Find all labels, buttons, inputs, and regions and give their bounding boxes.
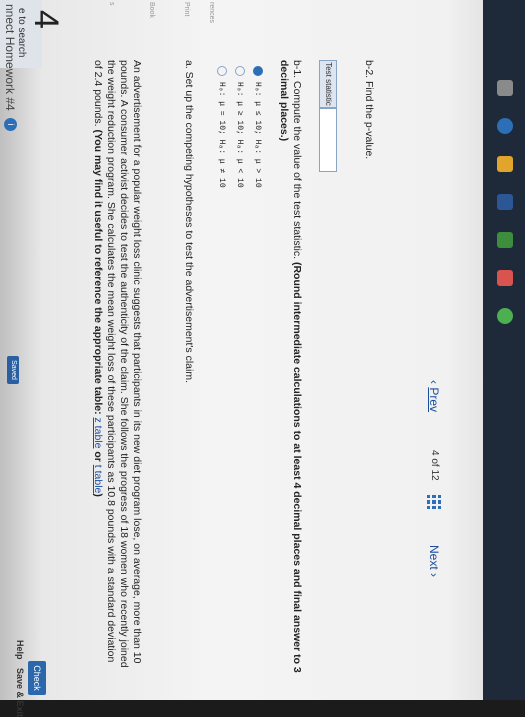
file-explorer-icon[interactable] [497, 156, 513, 172]
check-button[interactable]: Check [28, 661, 46, 695]
grid-icon[interactable] [427, 495, 441, 509]
hypothesis-option-1-text: H₀: μ = 10; Hₐ: μ ≠ 10 [216, 82, 226, 188]
question-number: 4 [27, 10, 65, 29]
test-statistic-label: Test statistic [319, 60, 337, 108]
test-statistic-row: Test statistic [319, 60, 337, 172]
hypothesis-option-1[interactable]: H₀: μ = 10; Hₐ: μ ≠ 10 [217, 66, 227, 188]
hypothesis-option-3-text: H₀: μ ≤ 10; Hₐ: μ > 10 [252, 82, 262, 188]
save-exit-link[interactable]: Save & Exit [15, 668, 25, 717]
photo-background: e to search nnect Homework #4 i Saved He… [0, 0, 525, 717]
chrome-icon[interactable] [497, 308, 513, 324]
part-b2: b-2. Find the p-value. [362, 60, 375, 660]
prev-button[interactable]: ‹ Prev [427, 380, 441, 412]
hypothesis-option-3[interactable]: H₀: μ ≤ 10; Hₐ: μ > 10 [253, 66, 263, 188]
page-total: 12 [429, 469, 440, 481]
page-indicator: 4 of 12 [429, 450, 440, 481]
prev-label: Prev [427, 387, 441, 413]
app-icon[interactable] [497, 232, 513, 248]
assignment-title: nnect Homework #4 [3, 4, 17, 111]
page-current: 4 [429, 450, 440, 456]
taskbar-icons [497, 80, 521, 340]
page-of: of [429, 458, 440, 467]
sidebar-item-s[interactable]: s [108, 2, 115, 6]
question-navigation: ‹ Prev 4 of 12 Next › [423, 300, 443, 630]
radio-option-1[interactable] [217, 66, 227, 76]
hypothesis-option-2-text: H₀: μ ≥ 10; Hₐ: μ < 10 [234, 82, 244, 188]
media-icon[interactable] [497, 270, 513, 286]
z-table-link[interactable]: z table [92, 418, 104, 449]
hypothesis-option-2[interactable]: H₀: μ ≥ 10; Hₐ: μ < 10 [235, 66, 245, 188]
sidebar-item-print[interactable]: Print [183, 2, 190, 16]
part-a-label: a. Set up the competing hypotheses to te… [182, 60, 195, 660]
sidebar-item-references[interactable]: rences [208, 2, 215, 23]
or-text: or [92, 451, 104, 462]
rotated-screen: e to search nnect Homework #4 i Saved He… [0, 0, 525, 717]
task-view-icon[interactable] [497, 80, 513, 96]
help-link[interactable]: Help [15, 640, 25, 660]
next-label: Next [427, 545, 441, 570]
next-button[interactable]: Next › [427, 545, 441, 577]
store-icon[interactable] [497, 194, 513, 210]
radio-option-3-selected[interactable] [253, 66, 263, 76]
info-icon[interactable]: i [4, 118, 17, 131]
edge-browser-icon[interactable] [497, 118, 513, 134]
test-statistic-input[interactable] [319, 108, 337, 172]
t-table-link[interactable]: t table [92, 465, 104, 494]
sidebar-item-book[interactable]: Book [148, 2, 155, 18]
saved-badge: Saved [7, 356, 19, 384]
part-b1: b-1. Compute the value of the test stati… [277, 60, 303, 690]
hint-text: (You may find it useful to reference the… [92, 129, 104, 415]
sidebar: s Book Print rences [105, 0, 525, 40]
part-b2-text: b-2. Find the p-value. [363, 60, 375, 160]
part-a-text: a. Set up the competing hypotheses to te… [183, 60, 195, 384]
hint-close: ) [92, 493, 104, 497]
radio-option-2[interactable] [235, 66, 245, 76]
part-b1-text: b-1. Compute the value of the test stati… [291, 60, 303, 260]
question-paragraph: An advertisement for a popular weight lo… [91, 60, 143, 674]
